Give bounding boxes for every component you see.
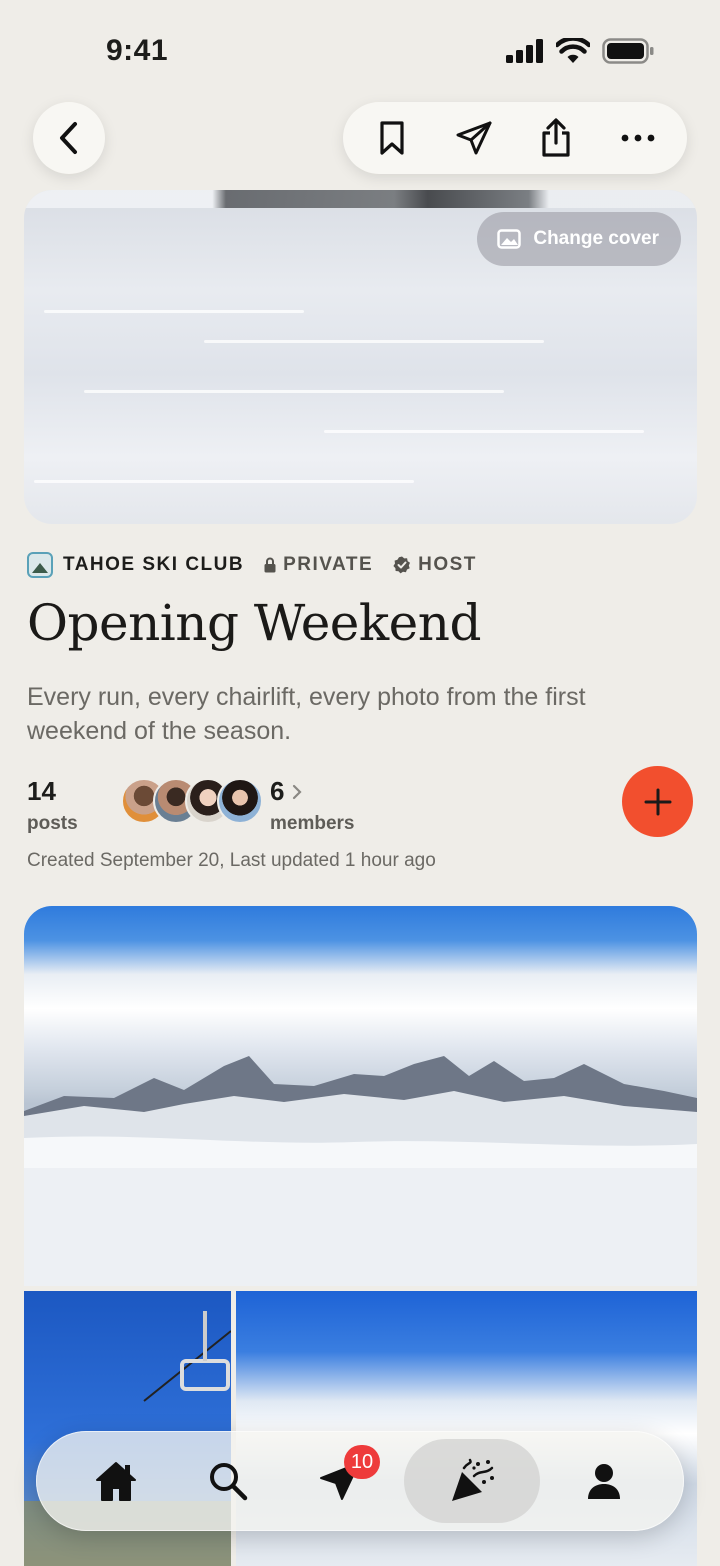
- more-icon: [621, 134, 655, 142]
- album-meta-row: TAHOE SKI CLUB PRIVATE HOST: [27, 552, 477, 578]
- wifi-icon: [556, 38, 590, 63]
- notification-badge: 10: [344, 1445, 380, 1479]
- add-post-button[interactable]: [622, 766, 693, 837]
- bookmark-button[interactable]: [362, 108, 422, 168]
- send-icon: [456, 121, 492, 155]
- image-icon: [497, 229, 522, 249]
- plus-icon: [644, 788, 671, 815]
- cellular-signal-icon: [506, 39, 543, 63]
- snow-streak: [324, 430, 644, 433]
- tab-albums[interactable]: [404, 1439, 540, 1523]
- photo-mountain-panorama[interactable]: [24, 906, 697, 1286]
- club-name[interactable]: TAHOE SKI CLUB: [63, 554, 244, 576]
- club-logo[interactable]: [27, 552, 53, 578]
- tab-home[interactable]: [60, 1439, 172, 1523]
- party-popper-icon: [452, 1458, 494, 1501]
- posts-stat[interactable]: 14 posts: [27, 776, 78, 835]
- posts-label: posts: [27, 813, 78, 834]
- cover-image: Change cover: [24, 190, 697, 524]
- snow-streak: [44, 310, 304, 313]
- change-cover-label: Change cover: [533, 228, 659, 249]
- privacy-label: PRIVATE: [283, 554, 374, 575]
- chevron-right-icon: [293, 784, 303, 799]
- verified-badge-icon: [393, 556, 411, 574]
- album-description: Every run, every chairlift, every photo …: [27, 683, 586, 745]
- share-button[interactable]: [526, 108, 586, 168]
- status-icons: [506, 38, 654, 64]
- home-icon: [96, 1462, 136, 1501]
- album-actions-toolbar: [343, 102, 687, 174]
- created-updated-text: Created September 20, Last updated 1 hou…: [27, 850, 436, 871]
- mountain-range-shape: [24, 1056, 697, 1286]
- members-label: members: [270, 813, 355, 834]
- snow-streak: [34, 480, 414, 483]
- more-button[interactable]: [608, 108, 668, 168]
- members-count: 6: [270, 776, 285, 806]
- album-title: Opening Weekend: [27, 594, 481, 652]
- member-avatars[interactable]: [121, 778, 263, 824]
- role-label: HOST: [418, 554, 477, 575]
- tab-bar: 10: [36, 1431, 684, 1531]
- chevron-left-icon: [60, 122, 77, 154]
- status-time: 9:41: [106, 34, 169, 67]
- tab-profile[interactable]: [548, 1439, 660, 1523]
- privacy-tag: PRIVATE: [264, 554, 373, 576]
- tab-messages[interactable]: 10: [284, 1439, 396, 1523]
- search-icon: [210, 1463, 248, 1501]
- snow-streak: [204, 340, 544, 343]
- battery-icon: [602, 38, 654, 64]
- send-button[interactable]: [444, 108, 504, 168]
- bookmark-icon: [380, 121, 404, 155]
- lock-icon: [264, 557, 276, 573]
- members-stat[interactable]: 6 members: [270, 776, 355, 835]
- role-tag: HOST: [393, 554, 477, 576]
- tab-search[interactable]: [172, 1439, 284, 1523]
- profile-icon: [588, 1464, 620, 1499]
- avatar: [217, 778, 263, 824]
- cover-ridge: [24, 190, 697, 208]
- snow-streak: [84, 390, 504, 393]
- back-button[interactable]: [33, 102, 105, 174]
- share-icon: [542, 118, 570, 157]
- posts-count: 14: [27, 776, 56, 806]
- change-cover-button[interactable]: Change cover: [477, 212, 681, 266]
